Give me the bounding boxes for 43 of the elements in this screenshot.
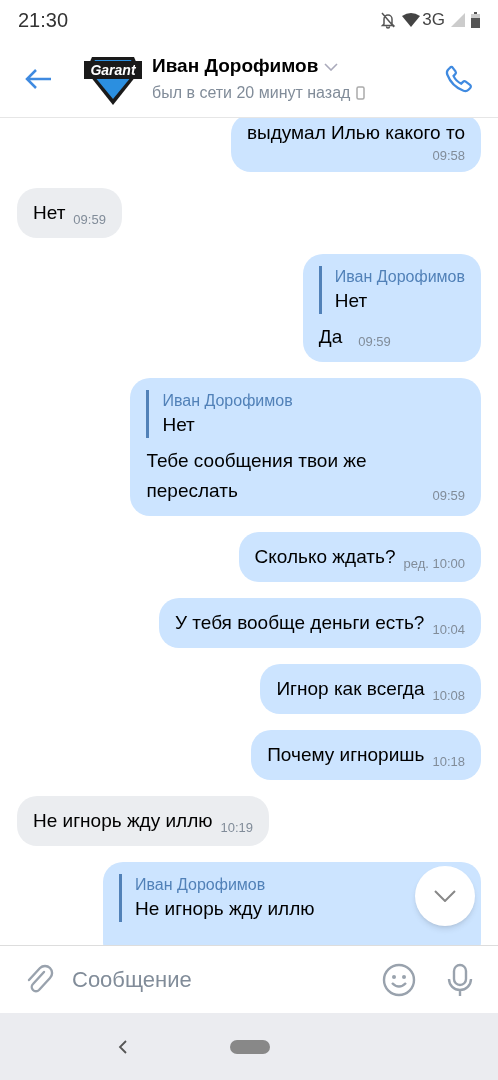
message-text: Тебе сообщения твои же переслать <box>146 448 368 503</box>
message-time: 09:58 <box>432 147 465 165</box>
message-text: У тебя вообще деньги есть? <box>174 610 425 635</box>
message-time: ред. 10:00 <box>403 555 465 573</box>
quote-author: Иван Дорофимов <box>334 266 465 287</box>
message-time: 09:59 <box>73 211 106 229</box>
message-text: Нет <box>33 200 66 225</box>
home-pill[interactable] <box>230 1039 270 1054</box>
microphone-icon[interactable] <box>446 962 474 997</box>
message-time: 10:19 <box>220 819 254 837</box>
clock-time: 21:30 <box>18 8 69 33</box>
quote-text: Не игнорь жду иллю <box>135 896 315 921</box>
bell-off-icon <box>380 11 397 29</box>
battery-icon <box>471 12 480 28</box>
message-time: 10:18 <box>432 753 465 771</box>
wifi-icon <box>402 13 421 27</box>
logo-text: Garant <box>84 60 142 79</box>
message-time: 09:59 <box>358 333 391 351</box>
quote-text: Нет <box>334 288 368 313</box>
signal-icon <box>451 13 465 27</box>
contact-name[interactable]: Иван Дорофимов <box>152 52 319 81</box>
message-time: 10:04 <box>432 621 465 639</box>
quote-author: Иван Дорофимов <box>135 874 266 895</box>
back-arrow-icon[interactable] <box>24 67 52 90</box>
last-seen-status: был в сети 20 минут назад <box>152 82 351 103</box>
phone-device-icon <box>356 85 366 100</box>
message-text: Почему игноришь <box>267 742 425 767</box>
chevron-down-icon[interactable] <box>324 62 339 71</box>
quote-text: Нет <box>162 412 195 437</box>
chevron-down-icon <box>434 890 456 902</box>
smiley-icon[interactable] <box>382 962 416 997</box>
quote-author: Иван Дорофимов <box>162 390 293 411</box>
network-type: 3G <box>422 9 445 32</box>
message-text: Игнор как всегда <box>276 676 425 701</box>
message-time: 09:59 <box>432 487 465 505</box>
message-input-field[interactable]: Сообщение <box>72 963 382 996</box>
message-text: выдумал Илью какого то <box>246 121 465 145</box>
nav-back-icon[interactable] <box>118 1038 128 1055</box>
phone-call-icon[interactable] <box>444 63 474 94</box>
message-text: Да <box>318 324 343 349</box>
message-text: Сколько ждать? <box>254 544 396 569</box>
message-time: 10:08 <box>432 687 465 705</box>
message-text: Не игнорь жду иллю <box>33 808 213 833</box>
